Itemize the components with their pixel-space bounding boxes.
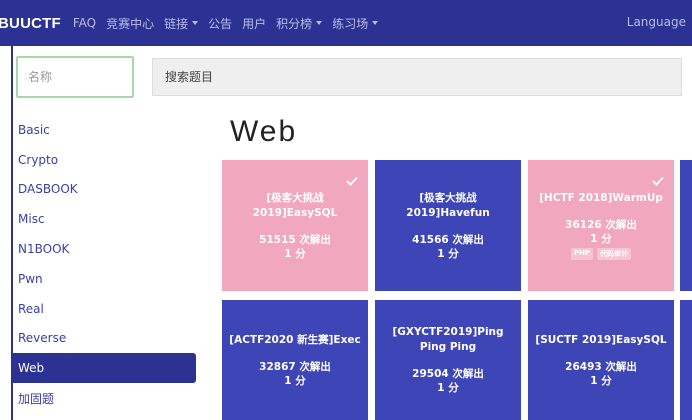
challenge-score: 1 分 bbox=[590, 374, 612, 387]
challenge-card[interactable]: [GXYCTF2019]Ping Ping Ping 29504 次解出 1 分 bbox=[375, 300, 521, 420]
nav-links-label: 链接 bbox=[164, 16, 189, 31]
challenge-card-partial[interactable] bbox=[680, 300, 692, 420]
challenge-score: 1 分 bbox=[437, 382, 459, 394]
category-item-web[interactable]: Web bbox=[12, 353, 196, 384]
language-menu[interactable]: Language bbox=[627, 15, 686, 29]
nav-competition-center[interactable]: 竞赛中心 bbox=[106, 15, 154, 32]
nav-announcements[interactable]: 公告 bbox=[208, 15, 232, 32]
challenge-score: 1 分 bbox=[284, 247, 306, 260]
challenge-tags: PHP 代码审计 bbox=[570, 248, 632, 260]
solved-check-icon bbox=[346, 176, 358, 186]
challenge-solves: 36126 次解出 bbox=[565, 219, 637, 231]
challenge-solves: 29504 次解出 bbox=[412, 368, 484, 380]
category-item-reverse[interactable]: Reverse bbox=[12, 324, 198, 354]
nav-faq[interactable]: FAQ bbox=[73, 16, 96, 30]
nav-scoreboard-dropdown[interactable]: 积分榜 bbox=[276, 15, 323, 32]
challenge-card[interactable]: [HCTF 2018]WarmUp 36126 次解出 1 分 PHP 代码审计 bbox=[528, 160, 674, 291]
nav-practice-dropdown[interactable]: 练习场 bbox=[332, 15, 379, 32]
challenge-title: [GXYCTF2019]Ping Ping Ping bbox=[392, 326, 504, 353]
top-navbar: BUUCTF FAQ 竞赛中心 链接 公告 用户 积分榜 练习场 Languag… bbox=[0, 0, 692, 46]
caret-down-icon bbox=[372, 21, 379, 25]
challenge-card[interactable]: [SUCTF 2019]EasySQL 26493 次解出 1 分 bbox=[528, 300, 674, 420]
challenge-score: 1 分 bbox=[284, 374, 306, 387]
challenge-title: [极客大挑战 2019]EasySQL bbox=[252, 191, 338, 219]
challenge-solves: 26493 次解出 bbox=[565, 360, 637, 373]
challenge-card-partial[interactable] bbox=[680, 160, 692, 291]
name-filter-input[interactable] bbox=[16, 56, 134, 98]
category-item-hardening[interactable]: 加固题 bbox=[12, 383, 198, 413]
caret-down-icon bbox=[192, 21, 199, 25]
challenge-title: [极客大挑战 2019]Havefun bbox=[406, 191, 490, 219]
nav-links-dropdown[interactable]: 链接 bbox=[164, 15, 199, 32]
challenge-score: 1 分 bbox=[437, 247, 459, 260]
nav-users-label: 用户 bbox=[242, 16, 267, 31]
category-sidebar: Basic Crypto DASBOOK Misc N1BOOK Pwn Rea… bbox=[12, 115, 198, 413]
challenge-solves: 32867 次解出 bbox=[259, 360, 331, 373]
nav-practice-label: 练习场 bbox=[332, 16, 369, 31]
nav-announcements-label: 公告 bbox=[208, 16, 233, 31]
nav-faq-label: FAQ bbox=[72, 16, 97, 30]
challenge-title: [HCTF 2018]WarmUp bbox=[539, 192, 663, 204]
challenge-card[interactable]: [极客大挑战 2019]EasySQL 51515 次解出 1 分 bbox=[222, 160, 368, 291]
challenge-score: 1 分 bbox=[590, 233, 612, 245]
challenge-card[interactable]: [ACTF2020 新生赛]Exec 32867 次解出 1 分 bbox=[222, 300, 368, 420]
category-item-misc[interactable]: Misc bbox=[12, 204, 198, 234]
category-item-real[interactable]: Real bbox=[12, 294, 198, 324]
challenge-title: [SUCTF 2019]EasySQL bbox=[535, 333, 667, 346]
section-title: Web bbox=[230, 115, 298, 148]
caret-down-icon bbox=[316, 21, 323, 25]
search-challenges-input[interactable] bbox=[152, 58, 682, 96]
nav-scoreboard-label: 积分榜 bbox=[276, 16, 313, 31]
challenge-card[interactable]: [极客大挑战 2019]Havefun 41566 次解出 1 分 bbox=[375, 160, 521, 291]
nav-users[interactable]: 用户 bbox=[242, 15, 266, 32]
category-item-pwn[interactable]: Pwn bbox=[12, 264, 198, 294]
challenge-title: [ACTF2020 新生赛]Exec bbox=[229, 333, 361, 346]
solved-check-icon bbox=[652, 176, 664, 186]
challenge-solves: 41566 次解出 bbox=[412, 233, 484, 246]
category-item-dasbook[interactable]: DASBOOK bbox=[12, 175, 198, 205]
nav-competition-label: 竞赛中心 bbox=[106, 16, 155, 31]
tag-badge[interactable]: PHP bbox=[570, 248, 594, 260]
challenge-solves: 51515 次解出 bbox=[259, 233, 331, 246]
brand-logo[interactable]: BUUCTF bbox=[0, 15, 61, 32]
category-item-n1book[interactable]: N1BOOK bbox=[12, 234, 198, 264]
category-item-crypto[interactable]: Crypto bbox=[12, 145, 198, 175]
tag-badge[interactable]: 代码审计 bbox=[597, 248, 632, 260]
category-item-basic[interactable]: Basic bbox=[12, 115, 198, 145]
